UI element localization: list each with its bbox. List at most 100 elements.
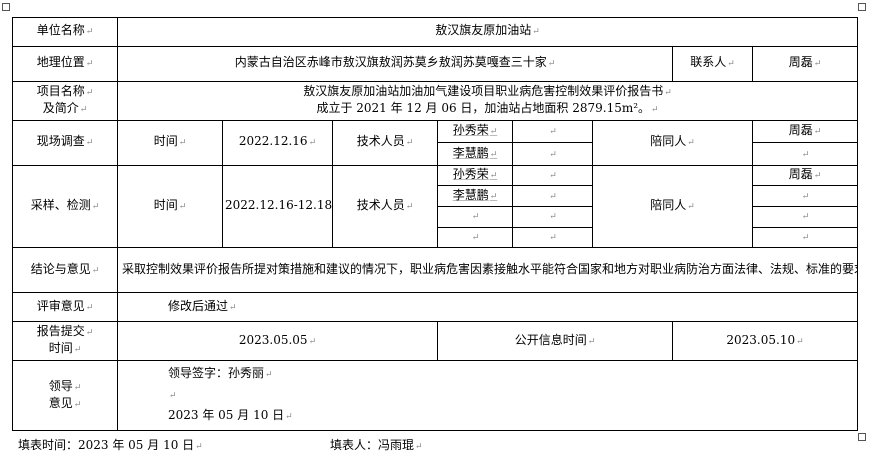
location-value-cell: 内蒙古自治区赤峰市敖汉旗敖润苏莫乡敖润苏莫嘎查三十家↵ bbox=[117, 45, 673, 82]
leader-label-line1: 领导 bbox=[48, 378, 73, 393]
return-mark: ↵ bbox=[813, 171, 822, 182]
project-desc-line2: 成立于 2021 年 12 月 06 日，加油站占地面积 2879.15m²。 bbox=[316, 100, 651, 115]
return-mark: ↵ bbox=[813, 59, 822, 70]
sampling-escort-label: 陪同人 bbox=[650, 198, 687, 212]
project-label-line1: 项目名称 bbox=[36, 83, 85, 98]
public-info-label: 公开信息时间 bbox=[514, 332, 587, 347]
survey-tech-extra-cell: ↵ bbox=[512, 142, 593, 166]
sampling-escort-cell: ↵ bbox=[751, 206, 859, 228]
sampling-escort-cell: ↵ bbox=[751, 226, 859, 249]
return-mark: ↵ bbox=[532, 27, 540, 38]
unit-label-cell: 单位名称↵ bbox=[12, 17, 118, 47]
return-mark: ↵ bbox=[489, 149, 498, 160]
fill-time-text: 填表时间：2023 年 05 月 10 日 bbox=[18, 438, 195, 452]
row-sampling-1: 采样、检测↵ 时间↵ 2022.12.16-12.18↵ 技术人员↵ 孙秀荣↵ … bbox=[12, 164, 859, 249]
sampling-label-cell: 采样、检测↵ bbox=[12, 164, 118, 249]
return-mark: ↵ bbox=[85, 59, 94, 70]
filler-text: 填表人：冯雨琨 bbox=[330, 438, 415, 452]
conclusion-label-cell: 结论与意见↵ bbox=[12, 247, 118, 294]
return-mark: ↵ bbox=[91, 265, 100, 276]
return-mark: ↵ bbox=[587, 336, 596, 347]
sampling-tech-cell: ↵ bbox=[437, 206, 513, 228]
survey-tech-name: 孙秀荣 bbox=[452, 123, 489, 138]
survey-tech-cell: 孙秀荣↵ bbox=[437, 119, 513, 144]
return-mark: ↵ bbox=[405, 202, 414, 212]
row-review: 评审意见↵ 修改后通过↵ bbox=[12, 292, 859, 323]
survey-tech-cell: 李慧鹏↵ bbox=[437, 142, 513, 166]
project-desc-line1: 敖汉旗友原加油站加油加气建设项目职业病危害控制效果评价报告书 bbox=[303, 83, 664, 98]
conclusion-text-cell: 采取控制效果评价报告所提对策措施和建议的情况下，职业病危害因素接触水平能符合国家… bbox=[116, 247, 859, 294]
sampling-time-label: 时间 bbox=[153, 198, 178, 212]
survey-time-label-cell: 时间↵ bbox=[117, 119, 223, 166]
return-mark: ↵ bbox=[471, 212, 480, 223]
review-text: 修改后通过 bbox=[168, 298, 229, 313]
sampling-escort-name: 周磊 bbox=[788, 167, 813, 182]
evaluation-form-table: 单位名称↵ 敖汉旗友原加油站↵ 地理位置↵ 内蒙古自治区赤峰市敖汉旗敖润苏莫乡敖… bbox=[12, 17, 859, 431]
leader-label-cell: 领导↵ 意见↵ bbox=[12, 360, 118, 431]
return-mark: ↵ bbox=[73, 382, 82, 393]
return-mark: ↵ bbox=[405, 138, 414, 149]
page-corner-top-left bbox=[2, 3, 10, 11]
survey-tech-extra-cell: ↵ bbox=[512, 119, 593, 144]
return-mark: ↵ bbox=[549, 191, 557, 202]
unit-value-cell: 敖汉旗友原加油站↵ bbox=[116, 17, 859, 47]
sampling-tech-cell: 李慧鹏↵ bbox=[437, 185, 513, 207]
survey-time-value-cell: 2022.12.16↵ bbox=[222, 119, 333, 166]
submit-value: 2023.05.05 bbox=[238, 332, 308, 347]
return-mark: ↵ bbox=[727, 59, 735, 70]
return-mark: ↵ bbox=[79, 104, 88, 115]
leader-label-line2: 意见 bbox=[48, 395, 73, 410]
project-label-cell: 项目名称↵ 及简介↵ bbox=[12, 80, 118, 121]
conclusion-label: 结论与意见 bbox=[30, 261, 91, 276]
sampling-label: 采样、检测 bbox=[30, 198, 91, 212]
return-mark: ↵ bbox=[549, 127, 557, 138]
return-mark: ↵ bbox=[471, 232, 480, 243]
review-label: 评审意见 bbox=[36, 298, 85, 313]
submit-label-line1: 报告提交 bbox=[36, 324, 85, 339]
sampling-tech-label-cell: 技术人员↵ bbox=[332, 164, 438, 249]
row-submit: 报告提交↵ 时间↵ 2023.05.05↵ 公开信息时间↵ 2023.05.10↵ bbox=[12, 321, 859, 362]
return-mark: ↵ bbox=[549, 171, 557, 182]
return-mark: ↵ bbox=[308, 138, 317, 149]
return-mark: ↵ bbox=[169, 391, 177, 402]
sampling-time-value-cell: 2022.12.16-12.18↵ bbox=[222, 164, 333, 249]
return-mark: ↵ bbox=[801, 212, 810, 223]
sampling-tech-name: 孙秀荣 bbox=[452, 167, 489, 182]
row-project: 项目名称↵ 及简介↵ 敖汉旗友原加油站加油加气建设项目职业病危害控制效果评价报告书… bbox=[12, 80, 859, 121]
return-mark: ↵ bbox=[664, 87, 672, 98]
return-mark: ↵ bbox=[549, 149, 557, 160]
contact-value-cell: 周磊↵ bbox=[751, 45, 859, 82]
return-mark: ↵ bbox=[73, 345, 82, 356]
location-label-cell: 地理位置↵ bbox=[12, 45, 118, 82]
public-value-cell: 2023.05.10↵ bbox=[671, 321, 859, 362]
survey-tech-label: 技术人员 bbox=[356, 134, 405, 149]
contact-value: 周磊 bbox=[788, 55, 813, 70]
leader-opinion-cell: 领导签字：孙秀丽↵ ↵ 2023 年 05 月 10 日↵ bbox=[116, 360, 859, 431]
survey-escort-cell: 周磊↵ bbox=[751, 119, 859, 144]
return-mark: ↵ bbox=[91, 202, 100, 212]
return-mark: ↵ bbox=[178, 138, 187, 149]
unit-value: 敖汉旗友原加油站 bbox=[435, 23, 532, 38]
return-mark: ↵ bbox=[85, 27, 94, 38]
return-mark: ↵ bbox=[489, 171, 498, 182]
sampling-tech-extra-cell: ↵ bbox=[512, 226, 593, 249]
return-mark: ↵ bbox=[178, 202, 187, 212]
survey-tech-name: 李慧鹏 bbox=[452, 145, 489, 160]
location-value: 内蒙古自治区赤峰市敖汉旗敖润苏莫乡敖润苏莫嘎查三十家 bbox=[234, 55, 547, 70]
project-desc-cell: 敖汉旗友原加油站加油加气建设项目职业病危害控制效果评价报告书↵ 成立于 2021 … bbox=[116, 80, 859, 121]
public-label-cell: 公开信息时间↵ bbox=[437, 321, 673, 362]
return-mark: ↵ bbox=[85, 138, 94, 149]
public-info-value: 2023.05.10 bbox=[726, 332, 796, 347]
submit-label-cell: 报告提交↵ 时间↵ bbox=[12, 321, 118, 362]
row-conclusion: 结论与意见↵ 采取控制效果评价报告所提对策措施和建议的情况下，职业病危害因素接触… bbox=[12, 247, 859, 294]
return-mark: ↵ bbox=[85, 328, 94, 339]
return-mark: ↵ bbox=[549, 212, 557, 223]
survey-escort-label: 陪同人 bbox=[650, 134, 687, 149]
return-mark: ↵ bbox=[489, 127, 498, 138]
page-corner-bottom-right bbox=[858, 433, 866, 441]
filler: 填表人：冯雨琨↵ bbox=[330, 436, 423, 453]
return-mark: ↵ bbox=[549, 232, 557, 243]
return-mark: ↵ bbox=[801, 191, 810, 202]
sampling-escort-cell: 周磊↵ bbox=[751, 164, 859, 187]
submit-value-cell: 2023.05.05↵ bbox=[117, 321, 438, 362]
